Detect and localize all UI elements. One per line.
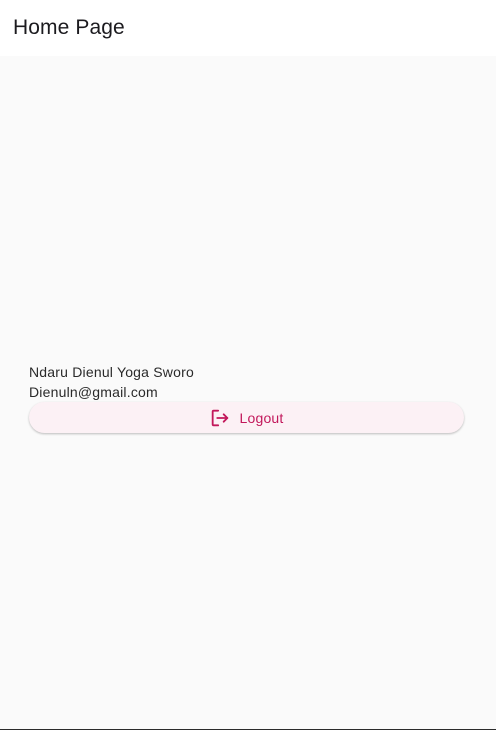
user-email: Dienuln@gmail.com bbox=[29, 384, 158, 400]
app-bar: Home Page bbox=[0, 0, 496, 56]
logout-button[interactable]: Logout bbox=[29, 402, 464, 433]
profile-section: Ndaru Dienul Yoga Sworo Dienuln@gmail.co… bbox=[29, 362, 465, 433]
logout-label: Logout bbox=[239, 409, 284, 426]
user-name: Ndaru Dienul Yoga Sworo bbox=[29, 364, 194, 380]
logout-icon bbox=[209, 407, 231, 429]
page-title: Home Page bbox=[13, 16, 125, 39]
